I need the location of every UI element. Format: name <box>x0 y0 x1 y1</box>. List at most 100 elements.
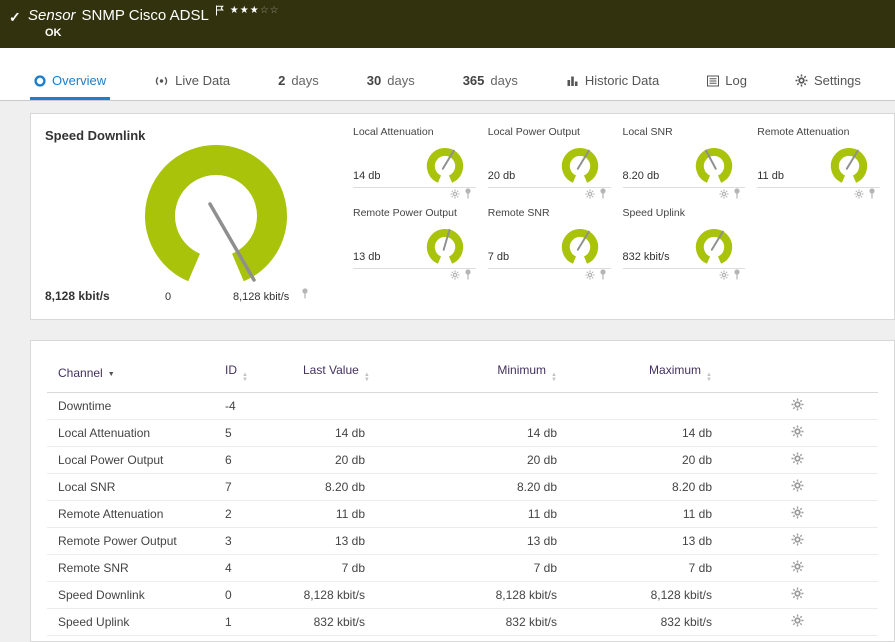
channel-id: 2 <box>214 500 292 528</box>
tab-live-data[interactable]: Live Data <box>150 64 234 100</box>
status-check-icon: ✓ <box>9 9 21 25</box>
pin-icon[interactable] <box>464 267 472 285</box>
sensor-kind-label: Sensor <box>28 7 76 24</box>
tab-unit: days <box>291 73 319 88</box>
column-header-minimum[interactable]: Minimum ▲ ▼ <box>376 355 562 393</box>
gear-icon[interactable] <box>450 267 460 285</box>
channel-last-value <box>292 392 376 420</box>
channel-id: 1 <box>214 608 292 636</box>
small-gauge-local-attenuation: Local Attenuation 14 db <box>353 126 476 201</box>
small-gauges-grid: Local Attenuation 14 db Local Power Outp… <box>343 122 882 311</box>
channel-id: 6 <box>214 446 292 474</box>
column-header-channel[interactable]: Channel ▼ <box>47 355 214 393</box>
small-gauge-value: 832 kbit/s <box>622 251 670 263</box>
column-header-id[interactable]: ID ▲ ▼ <box>214 355 292 393</box>
tab-label: Settings <box>813 73 861 88</box>
table-row-remote-snr[interactable]: Remote SNR 4 7 db 7 db 7 db <box>47 554 878 582</box>
gear-icon[interactable] <box>584 186 595 204</box>
channel-settings-icon[interactable] <box>791 425 804 441</box>
channel-last-value: 7 db <box>292 554 376 582</box>
channel-minimum: 8,128 kbit/s <box>376 581 562 609</box>
channel-minimum: 11 db <box>376 500 562 528</box>
table-row-local-snr[interactable]: Local SNR 7 8.20 db 8.20 db 8.20 db <box>47 473 878 501</box>
pin-icon[interactable] <box>301 286 309 304</box>
tab-log[interactable]: Log <box>703 64 751 100</box>
channel-name: Downtime <box>47 392 214 420</box>
tab-historic-data[interactable]: Historic Data <box>562 64 663 100</box>
pin-icon[interactable] <box>599 186 607 204</box>
gear-icon[interactable] <box>854 186 864 204</box>
gauge-dial <box>561 148 598 183</box>
gear-icon[interactable] <box>719 186 729 204</box>
table-row-remote-power-output[interactable]: Remote Power Output 3 13 db 13 db 13 db <box>47 527 878 555</box>
channel-name: Remote Power Output <box>47 527 214 555</box>
sort-icon: ▲ ▼ <box>706 372 712 383</box>
channel-name: Remote Attenuation <box>47 500 214 528</box>
channel-settings-icon[interactable] <box>791 533 804 549</box>
table-header-row: Channel ▼ ID ▲ ▼ Last Value ▲ ▼ Minimum ▲ ▼ Max… <box>47 355 878 393</box>
small-gauge-value: 7 db <box>487 251 510 263</box>
channel-settings-icon[interactable] <box>791 452 804 468</box>
channel-name: Speed Uplink <box>47 608 214 636</box>
channel-maximum: 20 db <box>562 446 717 474</box>
channel-id: 0 <box>214 581 292 609</box>
gauge-needle <box>208 202 256 282</box>
gauge-dial <box>696 148 733 183</box>
channel-settings-icon[interactable] <box>791 506 804 522</box>
tab-overview[interactable]: Overview <box>30 64 111 100</box>
channel-minimum <box>376 392 562 420</box>
channel-settings-icon[interactable] <box>791 479 804 495</box>
gear-icon[interactable] <box>450 186 460 204</box>
table-row-speed-uplink[interactable]: Speed Uplink 1 832 kbit/s 832 kbit/s 832… <box>47 608 878 636</box>
primary-gauge-value: 8,128 kbit/s <box>45 289 110 303</box>
table-row-remote-attenuation[interactable]: Remote Attenuation 2 11 db 11 db 11 db <box>47 500 878 528</box>
channel-settings-icon[interactable] <box>791 587 804 603</box>
tab-settings[interactable]: Settings <box>791 64 865 100</box>
column-header-last-value[interactable]: Last Value ▲ ▼ <box>292 355 376 393</box>
small-gauge-remote-power-output: Remote Power Output 13 db <box>353 207 476 282</box>
tab-30-days[interactable]: 30 days <box>363 64 419 100</box>
pin-icon[interactable] <box>599 267 607 285</box>
channel-minimum: 20 db <box>376 446 562 474</box>
pin-icon[interactable] <box>733 267 741 285</box>
channel-minimum: 14 db <box>376 419 562 447</box>
channel-name: Local Attenuation <box>47 419 214 447</box>
channel-id: -4 <box>214 392 292 420</box>
gauge-scale-min: 0 <box>165 291 172 303</box>
channel-last-value: 14 db <box>292 419 376 447</box>
overview-icon <box>34 74 46 87</box>
tab-strip: Overview Live Data 2 days 30 days 365 da… <box>0 48 895 101</box>
gauge-dial <box>830 148 868 183</box>
pin-icon[interactable] <box>464 186 472 204</box>
table-row-downtime[interactable]: Downtime -4 <box>47 392 878 420</box>
channel-minimum: 8.20 db <box>376 473 562 501</box>
pin-icon[interactable] <box>868 186 876 204</box>
tab-number: 365 <box>462 73 485 88</box>
table-row-speed-downlink[interactable]: Speed Downlink 0 8,128 kbit/s 8,128 kbit… <box>47 581 878 609</box>
small-gauge-label: Local SNR <box>622 126 673 138</box>
pin-icon[interactable] <box>733 186 741 204</box>
table-row-local-power-output[interactable]: Local Power Output 6 20 db 20 db 20 db <box>47 446 878 474</box>
gauge-dial <box>696 229 733 264</box>
channel-settings-icon[interactable] <box>791 560 804 576</box>
channel-settings-icon[interactable] <box>791 398 804 414</box>
column-header-maximum[interactable]: Maximum ▲ ▼ <box>562 355 717 393</box>
live-data-icon <box>154 75 169 87</box>
sort-icon: ▲ ▼ <box>551 372 557 383</box>
table-row-local-attenuation[interactable]: Local Attenuation 5 14 db 14 db 14 db <box>47 419 878 447</box>
speed-downlink-gauge <box>145 144 287 282</box>
gear-icon[interactable] <box>584 267 595 285</box>
gear-icon[interactable] <box>719 267 729 285</box>
priority-stars[interactable]: ★★★☆☆ <box>230 5 280 16</box>
tab-label: Historic Data <box>584 73 660 88</box>
channel-settings-icon[interactable] <box>791 614 804 630</box>
channel-maximum: 11 db <box>562 500 717 528</box>
tab-2-days[interactable]: 2 days <box>274 64 323 100</box>
channel-maximum: 8.20 db <box>562 473 717 501</box>
channel-maximum: 7 db <box>562 554 717 582</box>
channel-last-value: 20 db <box>292 446 376 474</box>
small-gauge-value: 14 db <box>353 170 381 182</box>
priority-flag-icon[interactable] <box>215 3 224 20</box>
tab-365-days[interactable]: 365 days <box>459 64 522 100</box>
main-content: Speed Downlink 8,128 kbit/s 0 8,128 kbit… <box>0 101 895 642</box>
